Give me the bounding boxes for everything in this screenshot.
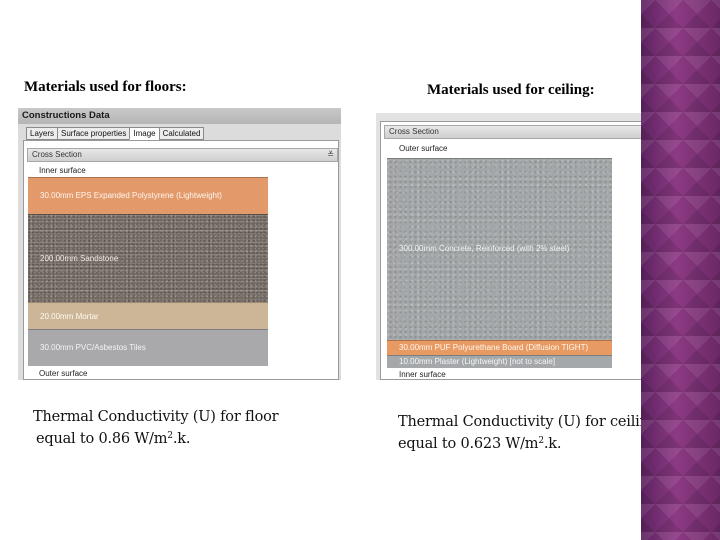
tab-image[interactable]: Image bbox=[129, 127, 160, 140]
ceiling-caption: Thermal Conductivity (U) for ceiling equ… bbox=[398, 413, 658, 454]
collapse-chevron-icon[interactable]: ≚ bbox=[327, 149, 334, 161]
layer-label: 30.00mm PUF Polyurethane Board (Diffusio… bbox=[399, 343, 589, 352]
layer-puf-board[interactable]: 30.00mm PUF Polyurethane Board (Diffusio… bbox=[387, 340, 612, 355]
decorative-purple-sidebar bbox=[641, 0, 720, 540]
cross-section-title: Cross Section bbox=[389, 127, 439, 136]
layer-label: 300.00mm Concrete, Reinforced (with 2% s… bbox=[399, 244, 570, 253]
inner-surface-label: Inner surface bbox=[39, 166, 86, 175]
cross-section-panel: Cross Section ≚ Outer surface 300.00mm C… bbox=[380, 121, 683, 380]
layer-label: 30.00mm PVC/Asbestos Tiles bbox=[40, 343, 146, 352]
constructions-tabs: Layers Surface properties Image Calculat… bbox=[26, 127, 205, 140]
ceiling-caption-line2: equal to 0.623 W/m2.k. bbox=[398, 432, 658, 454]
ceiling-u-value: equal to 0.623 W/m bbox=[398, 436, 539, 452]
ceiling-construction-screenshot: Cross Section ≚ Outer surface 300.00mm C… bbox=[376, 113, 685, 380]
ceiling-heading: Materials used for ceiling: bbox=[427, 82, 595, 98]
floors-construction-screenshot: Constructions Data Layers Surface proper… bbox=[18, 108, 341, 380]
layer-mortar[interactable]: 20.00mm Mortar bbox=[28, 302, 268, 329]
layer-label: 10.00mm Plaster (Lightweight) [not to sc… bbox=[399, 357, 556, 366]
cross-section-title: Cross Section bbox=[32, 150, 82, 159]
layer-sandstone[interactable]: 200.00mm Sandstone bbox=[28, 214, 268, 302]
floors-caption-line1: Thermal Conductivity (U) for floor bbox=[33, 409, 279, 425]
outer-surface-label: Outer surface bbox=[39, 369, 88, 378]
floors-heading: Materials used for floors: bbox=[24, 79, 187, 95]
ceiling-unit-suffix: .k. bbox=[543, 436, 562, 452]
layer-label: 30.00mm EPS Expanded Polystyrene (Lightw… bbox=[40, 191, 222, 200]
cross-section-header[interactable]: Cross Section ≚ bbox=[384, 125, 680, 139]
layer-label: 20.00mm Mortar bbox=[40, 312, 99, 321]
layer-concrete[interactable]: 300.00mm Concrete, Reinforced (with 2% s… bbox=[387, 158, 612, 340]
floors-caption: Thermal Conductivity (U) for floor equal… bbox=[33, 408, 279, 449]
floors-unit-suffix: .k. bbox=[172, 431, 191, 447]
cross-section-panel: Cross Section ≚ Inner surface 30.00mm EP… bbox=[23, 140, 339, 380]
inner-surface-label: Inner surface bbox=[399, 370, 446, 379]
layer-label: 200.00mm Sandstone bbox=[40, 254, 119, 263]
ceiling-caption-line1: Thermal Conductivity (U) for ceiling bbox=[398, 414, 658, 430]
outer-surface-label: Outer surface bbox=[399, 144, 448, 153]
tab-layers[interactable]: Layers bbox=[26, 127, 59, 140]
layer-eps[interactable]: 30.00mm EPS Expanded Polystyrene (Lightw… bbox=[28, 177, 268, 214]
floors-caption-line2: equal to 0.86 W/m2.k. bbox=[33, 427, 278, 449]
cross-section-header[interactable]: Cross Section ≚ bbox=[27, 148, 338, 162]
floors-u-value: equal to 0.86 W/m bbox=[36, 431, 168, 447]
layer-plaster[interactable]: 10.00mm Plaster (Lightweight) [not to sc… bbox=[387, 355, 612, 368]
layer-pvc-tiles[interactable]: 30.00mm PVC/Asbestos Tiles bbox=[28, 329, 268, 366]
constructions-data-titlebar: Constructions Data bbox=[18, 108, 341, 124]
tab-calculated[interactable]: Calculated bbox=[158, 127, 205, 140]
tab-surface-properties[interactable]: Surface properties bbox=[57, 127, 131, 140]
